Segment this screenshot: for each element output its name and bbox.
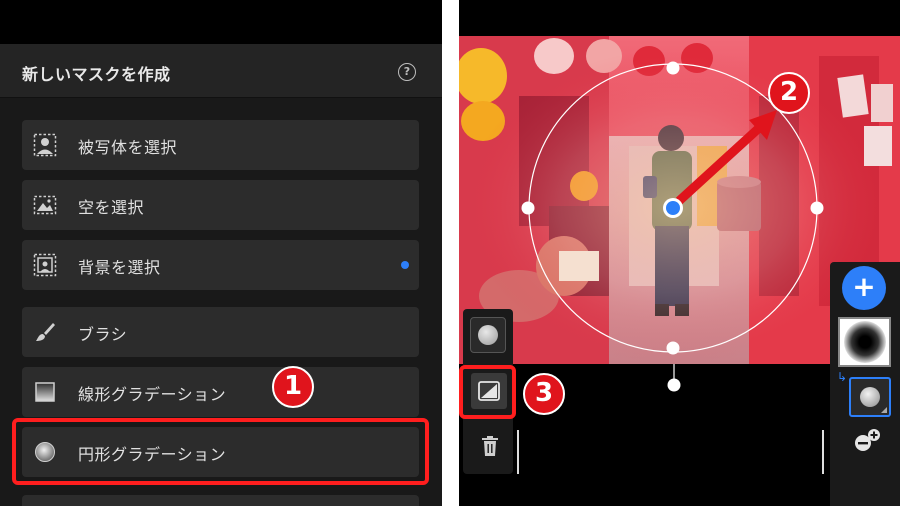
- radial-gradient-icon: [860, 387, 880, 407]
- radial-gradient-highlight: [12, 418, 429, 485]
- add-mask-button[interactable]: +: [842, 266, 886, 310]
- mask-thumbnail[interactable]: [838, 317, 891, 367]
- step-badge-1: 1: [272, 366, 314, 408]
- help-icon[interactable]: ?: [398, 63, 416, 81]
- menu-item-label: 被写体を選択: [78, 138, 178, 157]
- menu-item-brush[interactable]: ブラシ: [22, 307, 419, 357]
- mask-preview: [844, 321, 886, 363]
- top-bar: [0, 0, 442, 44]
- menu-item-label: 空を選択: [78, 198, 145, 217]
- radial-mask-tool[interactable]: [470, 317, 506, 353]
- menu-item-partial: [22, 495, 419, 506]
- select-subject-icon: [33, 133, 57, 157]
- photo-editor-view: 2 3 + ↳: [459, 0, 900, 506]
- sub-mask-arrow-icon: ↳: [837, 370, 848, 384]
- invert-mask-highlight: [459, 365, 516, 419]
- circle-icon: [478, 325, 498, 345]
- menu-item-label: 線形グラデーション: [78, 385, 227, 404]
- mask-panel-title: 新しいマスクを作成: [22, 65, 171, 84]
- radial-bottom-handle[interactable]: [664, 364, 684, 396]
- corner-indicator-icon: [881, 407, 887, 413]
- menu-item-select-sky[interactable]: 空を選択: [22, 180, 419, 230]
- menu-item-linear-gradient[interactable]: 線形グラデーション: [22, 367, 419, 417]
- menu-item-label: ブラシ: [78, 325, 128, 344]
- mask-panel-header: 新しいマスクを作成: [0, 44, 442, 98]
- menu-item-label: 背景を選択: [78, 258, 161, 277]
- select-background-icon: [33, 253, 57, 277]
- menu-item-select-subject[interactable]: 被写体を選択: [22, 120, 419, 170]
- linear-gradient-icon: [35, 382, 55, 402]
- masks-list-panel: + ↳: [830, 262, 900, 506]
- slider-marker-right: [822, 430, 824, 474]
- add-subtract-icon[interactable]: [853, 426, 883, 454]
- radial-sub-mask[interactable]: [849, 377, 891, 417]
- menu-item-select-background[interactable]: 背景を選択: [22, 240, 419, 290]
- mask-panel: 新しいマスクを作成 ? 被写体を選択 空を選択 背景を選択 ブラシ 線形グラデー…: [0, 0, 442, 506]
- select-sky-icon: [33, 195, 57, 215]
- brush-icon: [36, 323, 55, 341]
- new-indicator-dot: [401, 261, 409, 269]
- slider-marker-left: [517, 430, 519, 474]
- step-badge-2: 2: [768, 72, 810, 114]
- step-badge-3: 3: [523, 373, 565, 415]
- trash-icon[interactable]: [480, 435, 500, 457]
